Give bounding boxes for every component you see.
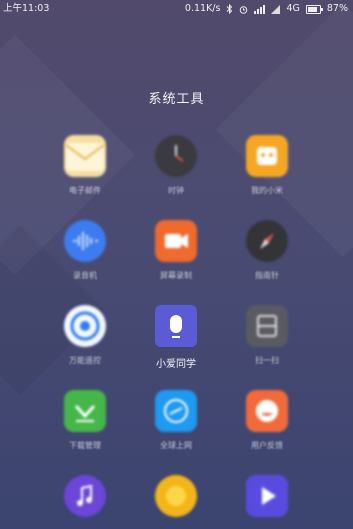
app-feedback[interactable]: 用户反馈 bbox=[227, 390, 307, 451]
app-screen-record[interactable]: 屏幕录制 bbox=[136, 220, 216, 281]
app-download[interactable]: 下载管理 bbox=[45, 390, 125, 451]
app-xiaoai[interactable]: 小爱同学 bbox=[136, 305, 216, 370]
remote-icon bbox=[64, 305, 106, 347]
scan-icon bbox=[246, 305, 288, 347]
app-email[interactable]: 电子邮件 bbox=[45, 135, 125, 196]
mi-icon bbox=[246, 135, 288, 177]
music-icon bbox=[64, 475, 106, 517]
clock-icon bbox=[155, 135, 197, 177]
app-grid: 电子邮件 时钟 我的小米 录音机 屏幕录制 指南针 万能遥控 小爱同学 扫一扫 … bbox=[0, 0, 353, 529]
video-icon bbox=[246, 475, 288, 517]
app-clock[interactable]: 时钟 bbox=[136, 135, 216, 196]
app-music[interactable] bbox=[45, 475, 125, 517]
app-remote[interactable]: 万能遥控 bbox=[45, 305, 125, 366]
app-global-net[interactable]: 全球上网 bbox=[136, 390, 216, 451]
app-scan[interactable]: 扫一扫 bbox=[227, 305, 307, 366]
xiaoai-icon bbox=[155, 305, 197, 347]
app-compass[interactable]: 指南针 bbox=[227, 220, 307, 281]
mail-icon bbox=[64, 135, 106, 177]
sun-icon bbox=[155, 475, 197, 517]
app-weather[interactable] bbox=[136, 475, 216, 517]
app-my-xiaomi[interactable]: 我的小米 bbox=[227, 135, 307, 196]
compass-icon bbox=[246, 220, 288, 262]
global-net-icon bbox=[155, 390, 197, 432]
recorder-icon bbox=[64, 220, 106, 262]
app-recorder[interactable]: 录音机 bbox=[45, 220, 125, 281]
screen-record-icon bbox=[155, 220, 197, 262]
download-icon bbox=[64, 390, 106, 432]
app-video[interactable] bbox=[227, 475, 307, 517]
feedback-icon bbox=[246, 390, 288, 432]
